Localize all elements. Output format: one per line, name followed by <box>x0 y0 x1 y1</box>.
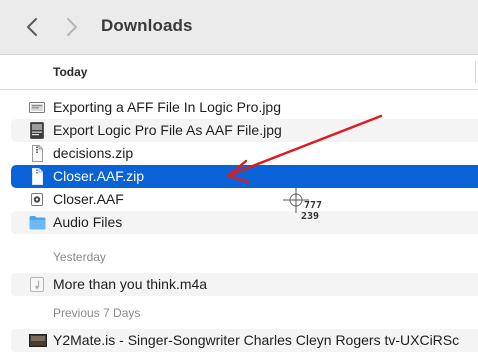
file-name: Export Logic Pro File As AAF File.jpg <box>53 122 282 138</box>
cursor-x-value: 777 <box>304 200 323 211</box>
list-column-header: Today <box>0 55 478 90</box>
finder-toolbar: Downloads <box>0 0 478 55</box>
file-name: Audio Files <box>53 214 123 230</box>
file-name: More than you think.m4a <box>53 276 208 292</box>
window-title: Downloads <box>101 16 193 35</box>
file-name: decisions.zip <box>53 145 134 161</box>
zip-file-icon <box>29 168 45 185</box>
file-row[interactable]: Exporting a AFF File In Logic Pro.jpg <box>11 96 478 119</box>
cursor-coordinate-readout: 777 239 <box>301 200 322 222</box>
column-separator[interactable] <box>475 61 476 83</box>
chevron-right-icon <box>67 18 77 36</box>
video-file-icon <box>29 332 47 349</box>
file-row[interactable]: decisions.zip <box>11 142 478 165</box>
forward-button[interactable] <box>62 14 82 40</box>
file-row[interactable]: Y2Mate.is - Singer-Songwriter Charles Cl… <box>11 329 478 352</box>
file-row[interactable]: Audio Files <box>11 211 478 234</box>
image-file-icon <box>29 99 45 116</box>
image-file-icon <box>29 122 45 139</box>
zip-file-icon <box>29 145 45 162</box>
column-header-name[interactable]: Today <box>53 65 87 79</box>
back-button[interactable] <box>22 14 42 40</box>
group-label-previous-7-days: Previous 7 Days <box>53 306 141 320</box>
file-row[interactable]: More than you think.m4a <box>11 273 478 296</box>
chevron-left-icon <box>27 18 37 36</box>
file-row[interactable]: Export Logic Pro File As AAF File.jpg <box>11 119 478 142</box>
file-name: Closer.AAF.zip <box>53 168 145 184</box>
file-name: Exporting a AFF File In Logic Pro.jpg <box>53 99 281 115</box>
folder-icon <box>29 214 46 231</box>
file-row-selected[interactable]: Closer.AAF.zip <box>11 165 478 188</box>
file-list: Exporting a AFF File In Logic Pro.jpg Ex… <box>0 90 478 352</box>
file-name: Closer.AAF <box>53 191 124 207</box>
file-row[interactable]: Closer.AAF <box>11 188 478 211</box>
file-name: Y2Mate.is - Singer-Songwriter Charles Cl… <box>53 332 460 348</box>
group-label-yesterday: Yesterday <box>53 250 106 264</box>
aaf-file-icon <box>29 191 45 208</box>
cursor-y-value: 239 <box>301 211 320 222</box>
audio-file-icon <box>29 276 45 293</box>
